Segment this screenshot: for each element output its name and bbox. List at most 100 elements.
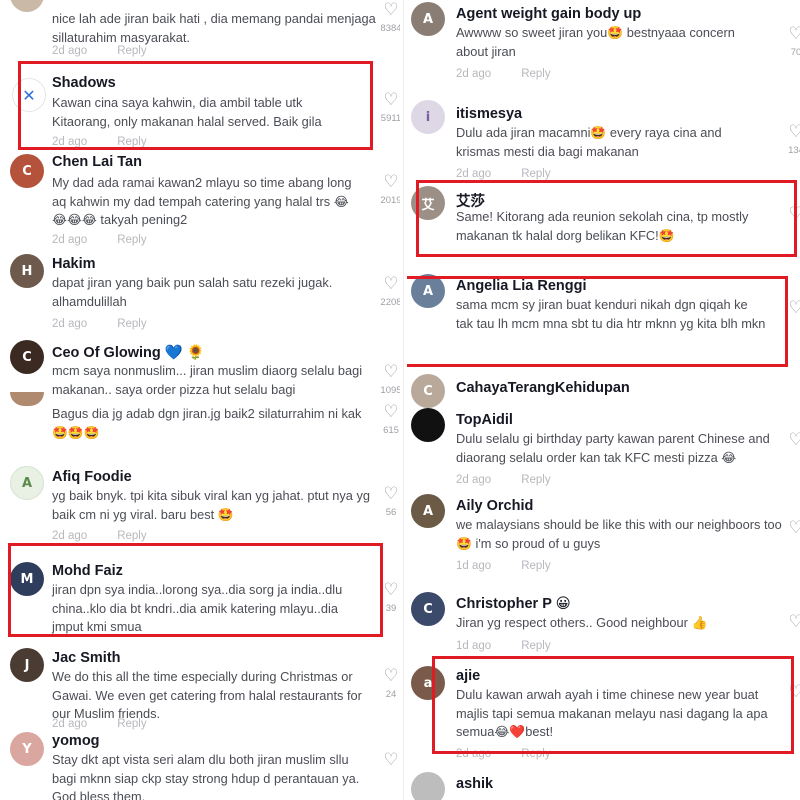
like-button[interactable]: ♡: [783, 432, 800, 450]
comment-item: A Angelia Lia Renggi sama mcm sy jiran b…: [407, 272, 800, 364]
avatar[interactable]: [10, 392, 44, 406]
reply-button[interactable]: Reply: [521, 748, 550, 760]
like-button[interactable]: ♡ 24: [378, 666, 400, 701]
heart-icon[interactable]: ♡: [383, 362, 398, 382]
username[interactable]: yomog: [52, 733, 100, 749]
avatar[interactable]: [411, 408, 445, 442]
avatar[interactable]: A: [411, 494, 445, 528]
comment-column-right: A Agent weight gain body up Awwww so swe…: [407, 0, 800, 800]
reply-button[interactable]: Reply: [521, 168, 550, 180]
avatar[interactable]: C: [411, 374, 445, 408]
avatar[interactable]: C: [411, 592, 445, 626]
heart-icon[interactable]: ♡: [788, 518, 800, 538]
avatar[interactable]: i: [411, 100, 445, 134]
like-button[interactable]: ♡ 70: [783, 24, 800, 59]
avatar[interactable]: [10, 0, 44, 12]
comment-text: we malaysians should be like this with o…: [456, 517, 782, 551]
avatar[interactable]: Y: [10, 732, 44, 766]
heart-icon[interactable]: ♡: [788, 612, 800, 632]
heart-icon[interactable]: ♡: [383, 484, 398, 504]
heart-icon[interactable]: ♡: [383, 274, 398, 294]
comment-text: nice lah ade jiran baik hati , dia meman…: [52, 11, 376, 45]
username[interactable]: Christopher P 😀: [456, 596, 571, 612]
username[interactable]: Shadows: [52, 75, 116, 91]
comment-time: 2d ago: [52, 45, 88, 57]
like-button[interactable]: ♡ 8384: [378, 0, 400, 35]
reply-button[interactable]: Reply: [117, 234, 146, 246]
heart-icon[interactable]: ♡: [383, 402, 398, 422]
heart-icon[interactable]: ♡: [788, 122, 800, 142]
username[interactable]: Jac Smith: [52, 650, 121, 666]
like-button[interactable]: ♡ 2019: [378, 172, 400, 207]
reply-button[interactable]: Reply: [117, 45, 146, 57]
username[interactable]: Mohd Faiz: [52, 563, 123, 579]
username[interactable]: CahayaTerangKehidupan: [456, 380, 630, 396]
like-button[interactable]: ♡ 134: [783, 122, 800, 157]
heart-icon[interactable]: ♡: [383, 90, 398, 110]
like-button[interactable]: ♡: [783, 684, 800, 702]
avatar-initial: A: [21, 475, 33, 491]
like-button[interactable]: ♡ 615: [378, 402, 400, 437]
heart-icon[interactable]: ♡: [788, 298, 800, 318]
avatar[interactable]: A: [411, 274, 445, 308]
heart-icon[interactable]: ♡: [788, 24, 800, 44]
reply-button[interactable]: Reply: [521, 560, 550, 572]
like-button[interactable]: ♡ 2208: [378, 274, 400, 309]
like-button[interactable]: ♡ 56: [378, 484, 400, 519]
username[interactable]: TopAidil: [456, 412, 513, 428]
username[interactable]: Angelia Lia Renggi: [456, 278, 587, 294]
heart-icon[interactable]: ♡: [383, 580, 398, 600]
heart-icon[interactable]: ♡: [383, 666, 398, 686]
reply-button[interactable]: Reply: [521, 68, 550, 80]
like-button[interactable]: ♡ 5911: [378, 90, 400, 125]
comment-text: Stay dkt apt vista seri alam dlu both ji…: [52, 752, 360, 800]
username[interactable]: Ceo Of Glowing 💙 🌻: [52, 344, 205, 361]
like-button[interactable]: ♡: [378, 752, 400, 773]
like-button[interactable]: ♡ 39: [378, 580, 400, 615]
like-button[interactable]: ♡: [783, 614, 800, 632]
reply-button[interactable]: Reply: [521, 640, 550, 652]
comment-item: A Aily Orchid we malaysians should be li…: [407, 492, 800, 578]
username[interactable]: itismesya: [456, 106, 522, 122]
avatar-initial: M: [20, 571, 34, 587]
comment-text: Awwww so sweet jiran you🤩 bestnyaaa conc…: [456, 25, 735, 59]
username[interactable]: Hakim: [52, 256, 96, 272]
username[interactable]: ajie: [456, 668, 480, 684]
username[interactable]: Chen Lai Tan: [52, 154, 142, 170]
username[interactable]: Agent weight gain body up: [456, 6, 641, 22]
comment-meta: 2d ago Reply: [456, 168, 551, 180]
heart-icon[interactable]: ♡: [788, 682, 800, 702]
username[interactable]: ashik: [456, 776, 493, 792]
avatar[interactable]: a: [411, 666, 445, 700]
heart-icon[interactable]: ♡: [788, 430, 800, 450]
avatar[interactable]: H: [10, 254, 44, 288]
avatar[interactable]: C: [10, 154, 44, 188]
comment-item: ashik: [407, 770, 800, 800]
avatar[interactable]: A: [411, 2, 445, 36]
heart-icon[interactable]: ♡: [788, 204, 800, 224]
comment-text: Dulu selalu gi birthday party kawan pare…: [456, 431, 770, 465]
avatar[interactable]: [411, 772, 445, 800]
reply-button[interactable]: Reply: [117, 318, 146, 330]
like-button[interactable]: ♡: [783, 206, 800, 224]
reply-button[interactable]: Reply: [117, 718, 146, 730]
avatar[interactable]: C: [10, 340, 44, 374]
comment-text: jiran dpn sya india..lorong sya..dia sor…: [52, 582, 343, 634]
avatar[interactable]: J: [10, 648, 44, 682]
reply-button[interactable]: Reply: [117, 530, 146, 542]
reply-button[interactable]: Reply: [521, 474, 550, 486]
heart-icon[interactable]: ♡: [383, 750, 398, 770]
avatar[interactable]: A: [10, 466, 44, 500]
comment-item: i itismesya Dulu ada jiran macamni🤩 ever…: [407, 98, 800, 182]
avatar[interactable]: 艾: [411, 186, 445, 220]
like-button[interactable]: ♡: [783, 300, 800, 318]
reply-button[interactable]: Reply: [117, 136, 146, 148]
like-button[interactable]: ♡: [783, 520, 800, 538]
username[interactable]: Aily Orchid: [456, 498, 533, 514]
avatar[interactable]: ✕: [12, 78, 46, 112]
heart-icon[interactable]: ♡: [383, 0, 398, 20]
avatar[interactable]: M: [10, 562, 44, 596]
like-button[interactable]: ♡ 1095: [378, 362, 400, 397]
username[interactable]: Afiq Foodie: [52, 469, 132, 485]
heart-icon[interactable]: ♡: [383, 172, 398, 192]
